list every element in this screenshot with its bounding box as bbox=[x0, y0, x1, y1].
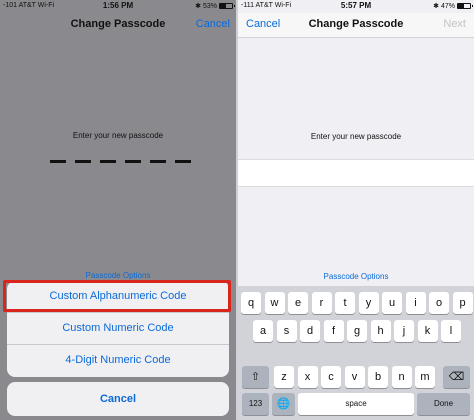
status-right: ✱ 53% bbox=[195, 2, 235, 10]
key-o[interactable]: o bbox=[429, 292, 449, 314]
passcode-dash bbox=[75, 160, 91, 163]
key-x[interactable]: x bbox=[297, 366, 318, 388]
space-key[interactable]: space bbox=[298, 393, 414, 415]
shift-key[interactable]: ⇧ bbox=[242, 366, 269, 388]
status-bar: -101 AT&T Wi-Fi 1:56 PM ✱ 53% bbox=[0, 0, 236, 13]
highlight-frame bbox=[3, 280, 231, 312]
right-phone-screen: -111 AT&T Wi-Fi 5:57 PM ✱ 47% Cancel Cha… bbox=[238, 0, 474, 420]
status-right: ✱ 47% bbox=[433, 2, 473, 10]
key-h[interactable]: h bbox=[370, 320, 391, 342]
passcode-entry-field[interactable] bbox=[238, 159, 474, 187]
passcode-dashes bbox=[50, 160, 191, 163]
status-bar: -111 AT&T Wi-Fi 5:57 PM ✱ 47% bbox=[238, 0, 474, 13]
cancel-nav-button[interactable]: Cancel bbox=[196, 18, 230, 30]
key-n[interactable]: n bbox=[391, 366, 412, 388]
battery-icon bbox=[457, 3, 473, 9]
nav-bar: Change Passcode Cancel bbox=[0, 13, 236, 37]
passcode-dash bbox=[50, 160, 66, 163]
key-e[interactable]: e bbox=[288, 292, 308, 314]
four-digit-numeric-code-option[interactable]: 4-Digit Numeric Code bbox=[7, 345, 229, 375]
key-v[interactable]: v bbox=[344, 366, 365, 388]
key-a[interactable]: a bbox=[253, 320, 273, 342]
key-r[interactable]: r bbox=[311, 292, 332, 314]
key-y[interactable]: y bbox=[358, 292, 379, 314]
left-phone-screen: -101 AT&T Wi-Fi 1:56 PM ✱ 53% Change Pas… bbox=[0, 0, 236, 420]
bluetooth-icon: ✱ bbox=[195, 3, 201, 10]
passcode-prompt: Enter your new passcode bbox=[72, 131, 164, 140]
key-i[interactable]: i bbox=[405, 292, 426, 314]
battery-percent: 53% bbox=[202, 2, 217, 10]
done-key[interactable]: Done bbox=[417, 393, 470, 415]
bluetooth-icon: ✱ bbox=[433, 3, 439, 10]
passcode-dash bbox=[125, 160, 141, 163]
screenshot: -101 AT&T Wi-Fi 1:56 PM ✱ 53% Change Pas… bbox=[0, 0, 474, 420]
passcode-dash bbox=[175, 160, 191, 163]
battery-icon bbox=[219, 3, 235, 9]
key-m[interactable]: m bbox=[415, 366, 435, 388]
key-q[interactable]: q bbox=[241, 292, 261, 314]
globe-icon[interactable]: 🌐 bbox=[272, 393, 295, 415]
next-nav-button[interactable]: Next bbox=[443, 18, 466, 30]
key-u[interactable]: u bbox=[382, 292, 402, 314]
passcode-prompt: Enter your new passcode bbox=[310, 132, 402, 141]
key-c[interactable]: c bbox=[321, 366, 341, 388]
passcode-dash bbox=[150, 160, 166, 163]
keyboard: ⇧ ⌫ 123 🌐 space Done qwertyuiop asdfghjkl… bbox=[238, 286, 474, 420]
nav-bar: Cancel Change Passcode Next bbox=[238, 13, 474, 38]
key-j[interactable]: j bbox=[394, 320, 414, 342]
key-k[interactable]: k bbox=[417, 320, 438, 342]
key-f[interactable]: f bbox=[323, 320, 344, 342]
passcode-options-link[interactable]: Passcode Options bbox=[0, 271, 236, 280]
key-t[interactable]: t bbox=[335, 292, 355, 314]
page-title: Change Passcode bbox=[308, 18, 404, 30]
key-s[interactable]: s bbox=[276, 320, 297, 342]
custom-numeric-code-option[interactable]: Custom Numeric Code bbox=[7, 313, 229, 343]
key-p[interactable]: p bbox=[452, 292, 473, 314]
key-d[interactable]: d bbox=[300, 320, 320, 342]
key-g[interactable]: g bbox=[347, 320, 367, 342]
numbers-key[interactable]: 123 bbox=[242, 393, 269, 415]
backspace-key[interactable]: ⌫ bbox=[443, 366, 470, 388]
action-sheet-cancel-button[interactable]: Cancel bbox=[7, 382, 229, 416]
key-z[interactable]: z bbox=[274, 366, 294, 388]
battery-percent: 47% bbox=[440, 2, 455, 10]
key-w[interactable]: w bbox=[264, 292, 285, 314]
passcode-dash bbox=[100, 160, 116, 163]
key-b[interactable]: b bbox=[368, 366, 388, 388]
key-l[interactable]: l bbox=[441, 320, 461, 342]
passcode-options-link[interactable]: Passcode Options bbox=[238, 272, 474, 281]
